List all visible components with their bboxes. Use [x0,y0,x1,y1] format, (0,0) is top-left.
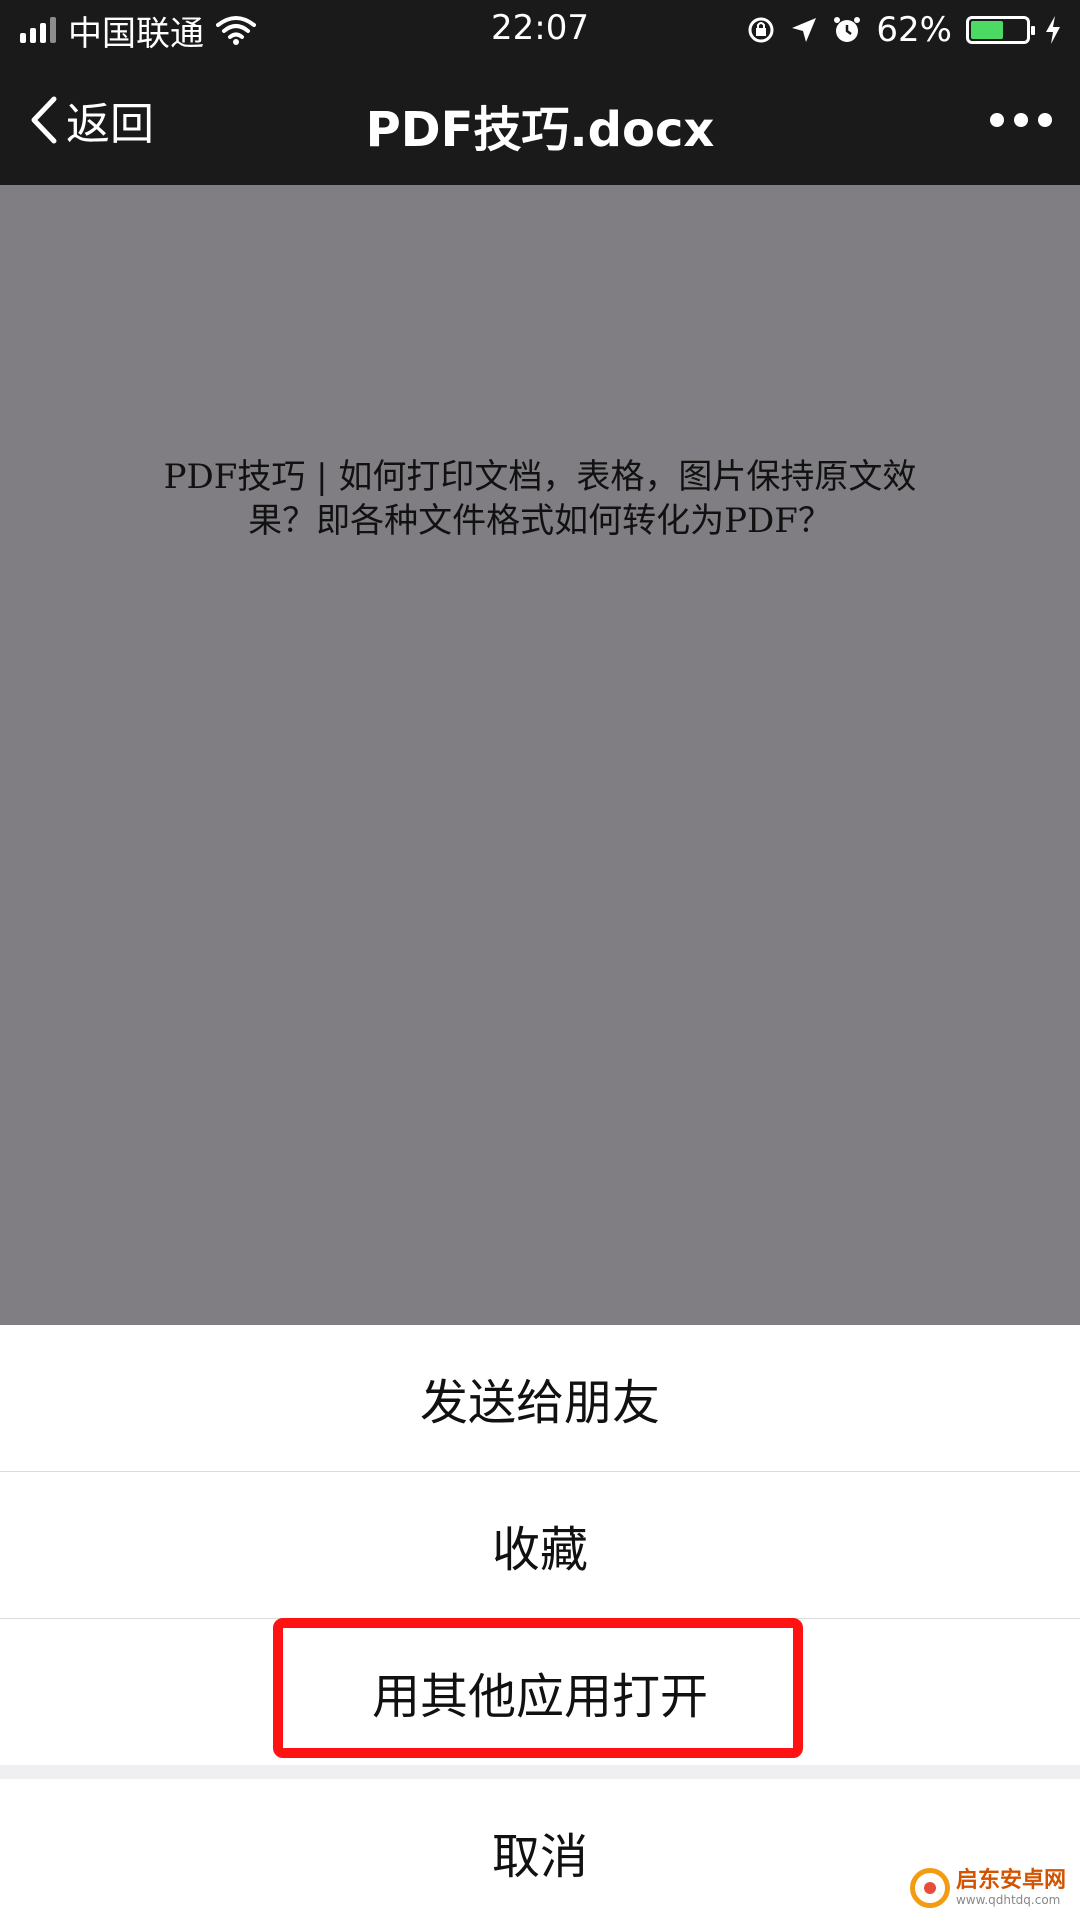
more-icon[interactable] [990,100,1052,140]
watermark: 启东安卓网 www.qdhtdq.com [903,1858,1072,1918]
battery-percent: 62% [876,10,952,50]
document-title: PDF技巧 | 如何打印文档，表格，图片保持原文效 果？即各种文件格式如何转化为… [140,455,940,543]
document-title-line1: PDF技巧 | 如何打印文档，表格，图片保持原文效 [163,457,917,497]
watermark-name: 启东安卓网 [955,1868,1066,1894]
action-sheet: 发送给朋友 收藏 用其他应用打开 取消 [0,1325,1080,1924]
rotation-lock-icon [748,17,774,43]
document-title-line2: 果？即各种文件格式如何转化为PDF？ [248,501,832,541]
sheet-separator [0,1765,1080,1779]
page-title: PDF技巧.docx [365,102,715,158]
open-in-other-app-button[interactable]: 用其他应用打开 [0,1619,1080,1765]
document-preview: PDF技巧 | 如何打印文档，表格，图片保持原文效 果？即各种文件格式如何转化为… [0,185,1080,1325]
watermark-url: www.qdhtdq.com [955,1892,1061,1907]
status-right: 62% [746,8,1062,52]
nav-bar: 返回 PDF技巧.docx [0,60,1080,185]
alarm-icon [834,17,861,42]
charging-icon [1046,16,1060,44]
watermark-logo-icon [909,1868,950,1908]
battery-fill [971,21,1003,39]
battery-icon [966,16,1035,44]
send-to-friend-button[interactable]: 发送给朋友 [0,1325,1080,1471]
status-bar: 中国联通 22:07 62% [0,0,1080,60]
favorite-button[interactable]: 收藏 [0,1472,1080,1618]
location-icon [792,18,817,42]
